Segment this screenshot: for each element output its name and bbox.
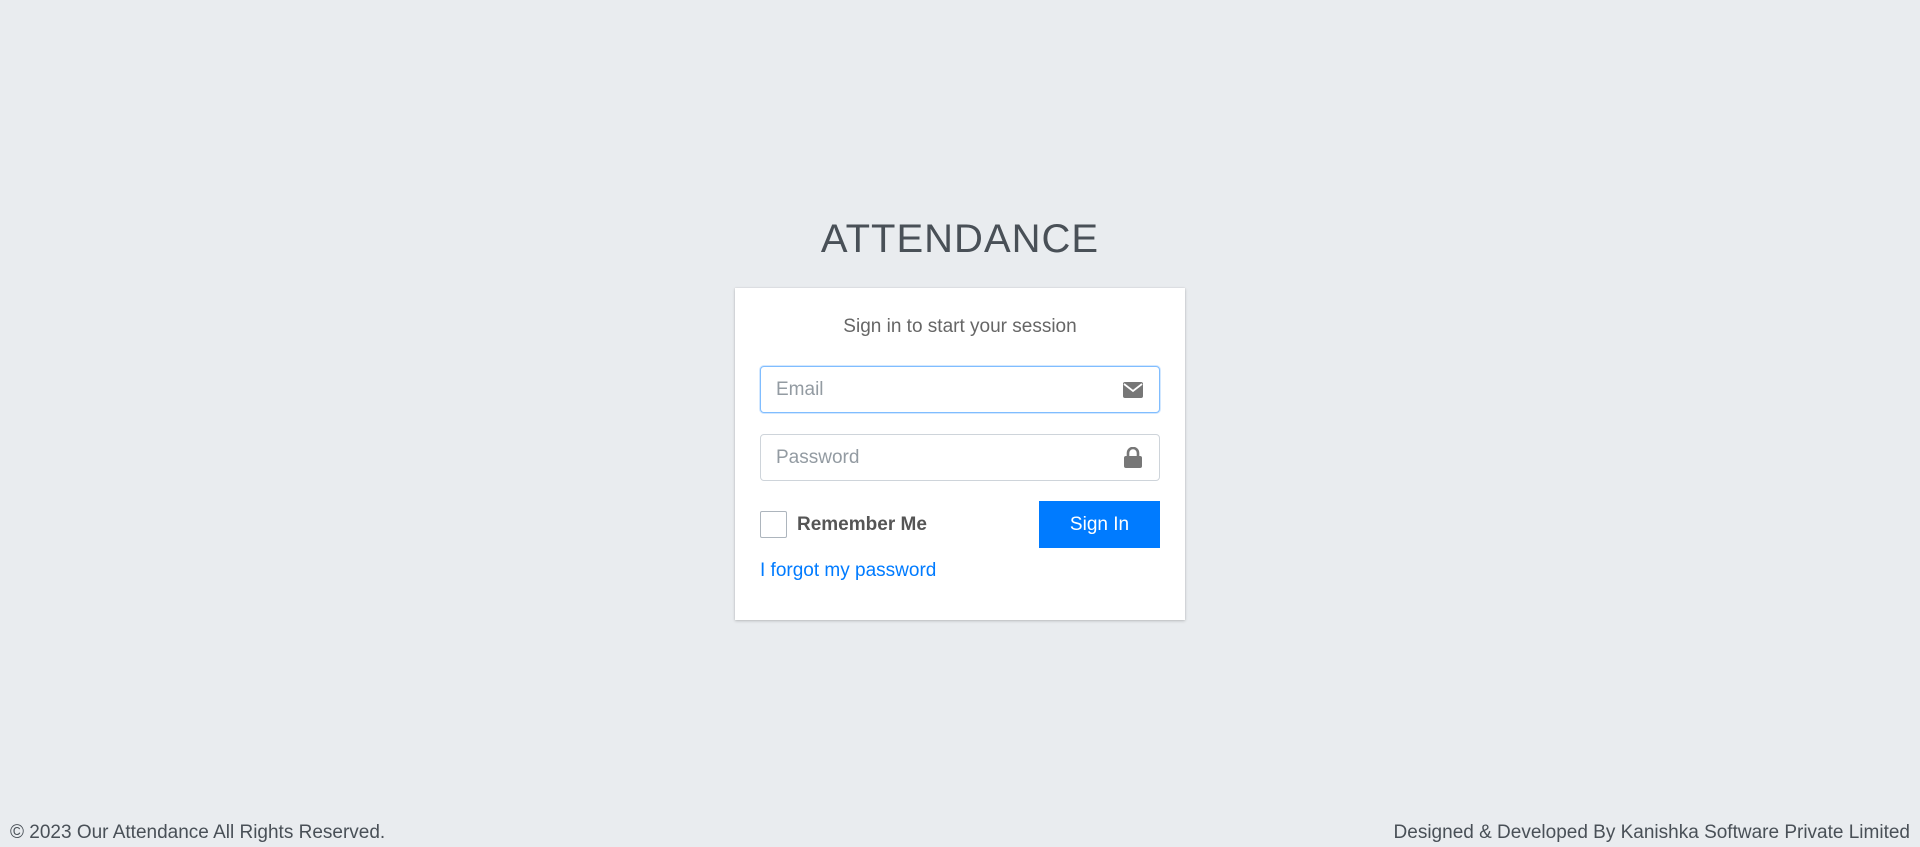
login-message: Sign in to start your session	[843, 316, 1077, 337]
login-box: ATTENDANCE Sign in to start your session	[735, 210, 1185, 620]
login-form: Remember Me Sign In	[760, 366, 1160, 548]
remember-me-checkbox[interactable]	[760, 511, 787, 538]
password-input[interactable]	[760, 434, 1160, 481]
email-input-group	[760, 366, 1160, 413]
remember-me-label[interactable]: Remember Me	[797, 514, 927, 536]
remember-signin-row: Remember Me Sign In	[760, 501, 1160, 548]
footer-credit: Designed & Developed By Kanishka Softwar…	[1393, 822, 1910, 843]
forgot-password-link[interactable]: I forgot my password	[760, 560, 936, 582]
email-input[interactable]	[760, 366, 1160, 413]
envelope-icon	[1121, 366, 1145, 413]
remember-me[interactable]: Remember Me	[760, 511, 927, 538]
login-card: Sign in to start your session Email Reme…	[735, 288, 1185, 620]
sign-in-button[interactable]: Sign In	[1039, 501, 1160, 548]
footer-copyright: © 2023 Our Attendance All Rights Reserve…	[10, 822, 386, 843]
lock-icon	[1121, 434, 1145, 481]
app-logo-title[interactable]: ATTENDANCE	[735, 210, 1185, 268]
password-input-group	[760, 434, 1160, 481]
login-page: ATTENDANCE Sign in to start your session	[0, 0, 1920, 847]
